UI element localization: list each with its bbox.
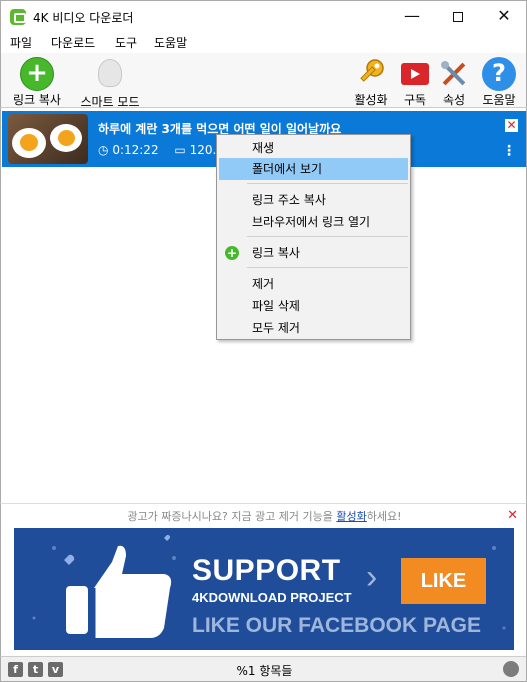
close-ad-icon[interactable]: ✕ xyxy=(507,508,518,523)
menu-separator xyxy=(247,267,408,268)
key-icon xyxy=(354,57,388,91)
close-button[interactable]: ✕ xyxy=(481,1,527,31)
ad-text-after: 하세요! xyxy=(366,510,402,523)
remove-item-button[interactable]: ✕ xyxy=(505,119,518,132)
clock-icon: ◷ xyxy=(98,143,109,157)
like-button[interactable]: LIKE xyxy=(401,558,486,604)
settings-button[interactable]: 속성 xyxy=(436,57,472,108)
globe-icon[interactable] xyxy=(503,661,519,677)
activate-label: 활성화 xyxy=(354,93,388,107)
paste-link-button[interactable]: + 링크 복사 xyxy=(9,57,65,108)
help-label: 도움말 xyxy=(482,93,516,107)
plus-icon: + xyxy=(20,57,54,91)
menu-paste-link[interactable]: + 링크 복사 xyxy=(219,242,408,264)
tools-icon xyxy=(437,57,471,91)
maximize-button[interactable] xyxy=(435,1,481,31)
status-bar: f t v %1 항목들 xyxy=(0,656,527,682)
context-menu: 재생 폴더에서 보기 링크 주소 복사 브라우저에서 링크 열기 + 링크 복사… xyxy=(216,134,411,340)
yolk-shape xyxy=(20,134,38,151)
more-options-button[interactable]: ⋮ xyxy=(502,143,516,159)
video-thumbnail xyxy=(8,114,88,164)
maximize-icon xyxy=(453,11,463,22)
banner-support-text: SUPPORT xyxy=(192,554,341,587)
menu-separator xyxy=(247,236,408,237)
menu-download[interactable]: 다운로드 xyxy=(51,34,95,51)
ad-area: 광고가 짜증나시나요? 지금 광고 제거 기능을 활성화하세요! ✕ SUPPO… xyxy=(0,503,527,656)
menu-file[interactable]: 파일 xyxy=(10,34,32,51)
youtube-icon xyxy=(398,57,432,91)
menu-paste-link-label: 링크 복사 xyxy=(252,246,300,260)
activate-button[interactable]: 활성화 xyxy=(351,57,391,108)
menu-copy-link-address[interactable]: 링크 주소 복사 xyxy=(219,189,408,211)
banner-facebook-text: LIKE OUR FACEBOOK PAGE xyxy=(192,614,481,637)
yolk-shape xyxy=(58,130,75,146)
chevron-right-icon: › xyxy=(366,558,378,596)
menu-delete-file[interactable]: 파일 삭제 xyxy=(219,295,408,317)
settings-label: 속성 xyxy=(442,93,466,107)
activate-link[interactable]: 활성화 xyxy=(336,510,366,523)
app-icon xyxy=(10,9,26,25)
ad-text-before: 광고가 짜증나시나요? 지금 광고 제거 기능을 xyxy=(127,510,333,523)
menu-help[interactable]: 도움말 xyxy=(154,34,187,51)
duration: 0:12:22 xyxy=(112,143,159,157)
size-icon: ▭ xyxy=(174,143,186,157)
help-icon: ? xyxy=(482,57,516,91)
subscribe-label: 구독 xyxy=(403,93,427,107)
menu-tools[interactable]: 도구 xyxy=(115,34,137,51)
ad-message: 광고가 짜증나시나요? 지금 광고 제거 기능을 활성화하세요! xyxy=(1,508,527,524)
menu-open-link-in-browser[interactable]: 브라우저에서 링크 열기 xyxy=(219,211,408,233)
download-meta: ◷ 0:12:22 ▭ 120.7 xyxy=(98,143,224,157)
menu-bar: 파일 다운로드 도구 도움말 xyxy=(0,31,527,53)
window-title: 4K 비디오 다운로더 xyxy=(33,11,134,25)
menu-remove[interactable]: 제거 xyxy=(219,273,408,295)
menu-show-in-folder[interactable]: 폴더에서 보기 xyxy=(219,158,408,180)
title-bar: 4K 비디오 다운로더 — ✕ xyxy=(0,0,527,31)
minimize-button[interactable]: — xyxy=(389,1,435,31)
help-button[interactable]: ? 도움말 xyxy=(479,57,519,108)
menu-separator xyxy=(247,183,408,184)
menu-remove-all[interactable]: 모두 제거 xyxy=(219,317,408,339)
paste-link-label: 링크 복사 xyxy=(13,93,61,107)
banner-project-text: 4KDOWNLOAD PROJECT xyxy=(192,590,352,605)
menu-play[interactable]: 재생 xyxy=(219,137,408,159)
lightbulb-icon xyxy=(98,59,122,87)
plus-icon: + xyxy=(225,246,239,260)
facebook-banner[interactable]: SUPPORT 4KDOWNLOAD PROJECT › LIKE LIKE O… xyxy=(14,528,514,650)
smart-mode-button[interactable]: 스마트 모드 xyxy=(77,57,143,110)
subscribe-button[interactable]: 구독 xyxy=(397,57,433,108)
item-count: %1 항목들 xyxy=(236,664,293,678)
thumbs-up-icon xyxy=(66,545,172,638)
toolbar: + 링크 복사 스마트 모드 활성화 구독 속성 ? 도움말 xyxy=(0,53,527,110)
